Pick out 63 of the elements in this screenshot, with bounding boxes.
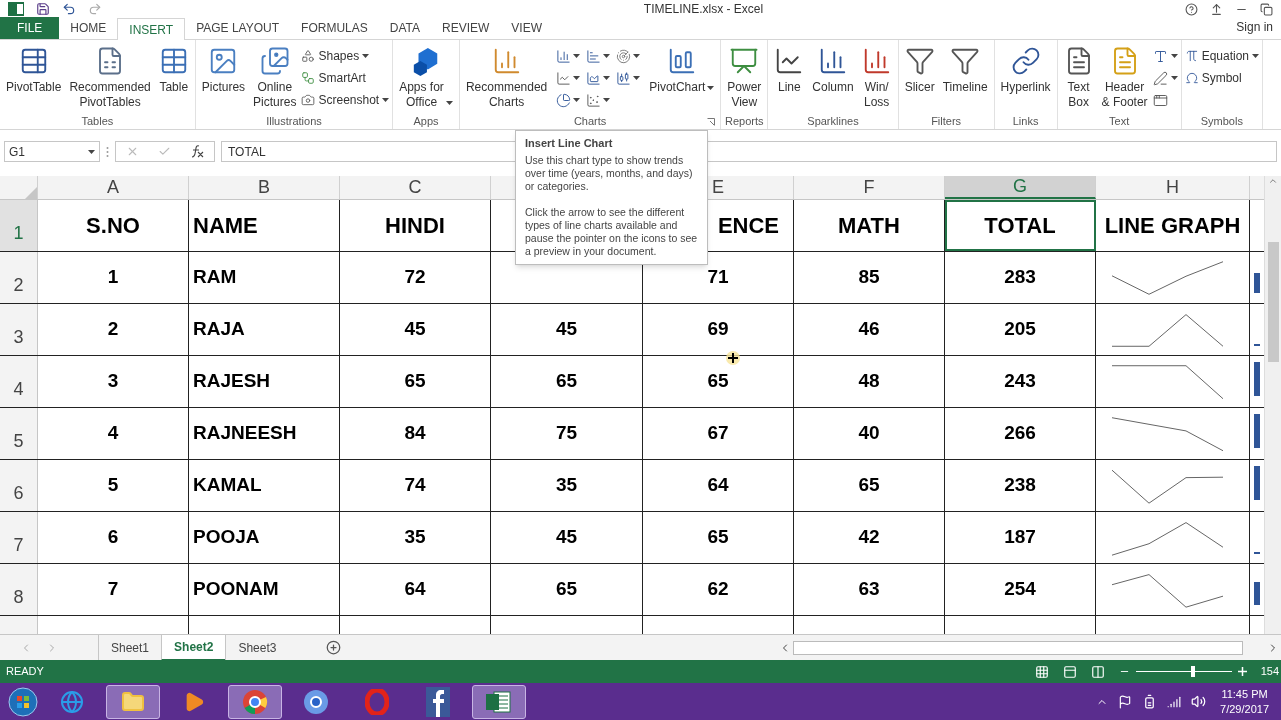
table-cell: 283: [945, 252, 1096, 303]
header-cell: TOTAL: [945, 200, 1096, 251]
table-cell: 65: [643, 512, 794, 563]
table-cell: RAJESH: [189, 356, 340, 407]
table-cell: 42: [794, 512, 945, 563]
table-cell: 45: [340, 304, 491, 355]
table-cell: 46: [794, 304, 945, 355]
table-cell: 5: [38, 460, 189, 511]
group-label: Sparklines: [807, 113, 859, 129]
group-label: Charts: [573, 113, 607, 129]
group-label: Illustrations: [266, 113, 322, 129]
table-cell: 65: [794, 460, 945, 511]
table-cell: 7: [38, 564, 189, 615]
table-cell: 74: [340, 460, 491, 511]
window-title: TIMELINE.xlsx - Excel: [642, 1, 765, 18]
table-cell: 84: [340, 408, 491, 459]
table-cell: 35: [491, 460, 643, 511]
table-cell: 205: [945, 304, 1096, 355]
table-cell: 48: [794, 356, 945, 407]
group-label: Reports: [725, 113, 764, 129]
table-cell: 65: [491, 564, 643, 615]
table-cell: 6: [38, 512, 189, 563]
table-cell: POONAM: [189, 564, 340, 615]
table-cell: 62: [643, 564, 794, 615]
header-cell: S.NO: [38, 200, 189, 251]
table-cell: 45: [491, 512, 643, 563]
header-cell: LINE GRAPH: [1096, 200, 1250, 251]
group-label: Links: [1012, 113, 1039, 129]
table-cell: 1: [38, 252, 189, 303]
status-text: READY: [6, 664, 44, 680]
group-label: Symbols: [1200, 113, 1243, 129]
header-cell: MATH: [794, 200, 945, 251]
table-cell: KAMAL: [189, 460, 340, 511]
table-cell: 85: [794, 252, 945, 303]
table-cell: RAJA: [189, 304, 340, 355]
group-label: Apps: [413, 113, 439, 129]
table-cell: 243: [945, 356, 1096, 407]
table-cell: 35: [340, 512, 491, 563]
table-cell: 64: [643, 460, 794, 511]
group-label: Text: [1109, 113, 1130, 129]
header-cell: NAME: [189, 200, 340, 251]
table-cell: 63: [794, 564, 945, 615]
table-cell: 45: [491, 304, 643, 355]
table-cell: 65: [340, 356, 491, 407]
table-cell: 75: [491, 408, 643, 459]
table-cell: 4: [38, 408, 189, 459]
table-cell: 238: [945, 460, 1096, 511]
table-cell: 254: [945, 564, 1096, 615]
table-cell: RAJNEESH: [189, 408, 340, 459]
header-cell: HINDI: [340, 200, 491, 251]
table-cell: 67: [643, 408, 794, 459]
table-cell: 72: [340, 252, 491, 303]
table-cell: 65: [491, 356, 643, 407]
group-label: Tables: [81, 113, 114, 129]
table-cell: 40: [794, 408, 945, 459]
table-cell: 187: [945, 512, 1096, 563]
table-cell: POOJA: [189, 512, 340, 563]
table-cell: 64: [340, 564, 491, 615]
table-cell: 2: [38, 304, 189, 355]
table-cell: RAM: [189, 252, 340, 303]
group-label: Filters: [931, 113, 962, 129]
table-cell: 3: [38, 356, 189, 407]
table-cell: 266: [945, 408, 1096, 459]
